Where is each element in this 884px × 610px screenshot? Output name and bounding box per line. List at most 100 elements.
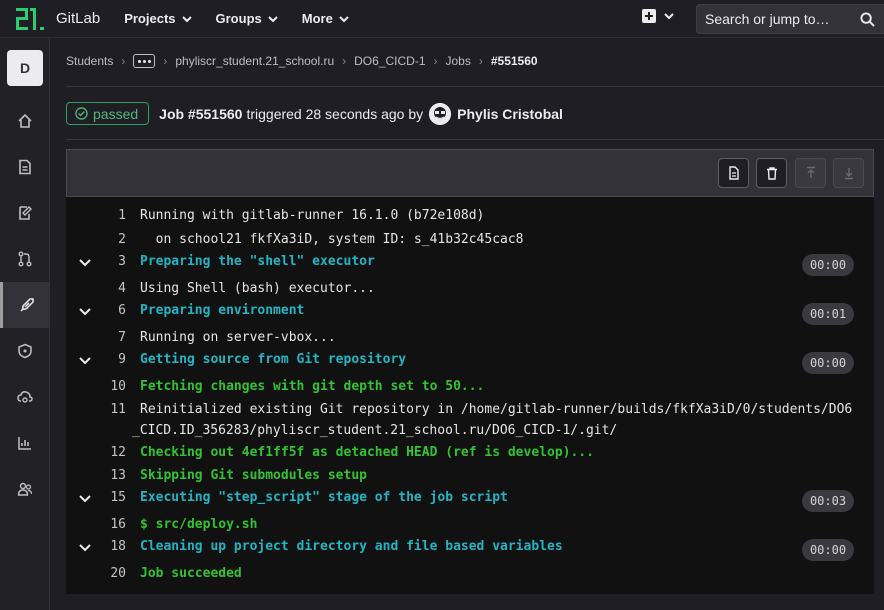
log-line: 10 Fetching changes with git depth set t…: [66, 379, 874, 401]
line-number[interactable]: 10: [66, 379, 126, 394]
log-line: 16 $ src/deploy.sh: [66, 517, 874, 539]
sidebar-item-issues[interactable]: [0, 144, 50, 190]
sidebar-item-repository[interactable]: [0, 190, 50, 236]
section-duration: 00:00: [802, 539, 854, 561]
nav-more-label: More: [301, 11, 333, 26]
log-section-title: Preparing the "shell" executor: [140, 254, 375, 269]
breadcrumb-separator: ›: [478, 54, 483, 68]
sidebar-item-analytics[interactable]: [0, 420, 50, 466]
issues-icon: [19, 159, 31, 175]
breadcrumb: Students › › phyliscr_student.21_school.…: [66, 54, 538, 68]
log-text: Using Shell (bash) executor...: [140, 281, 375, 296]
sidebar-item-security[interactable]: [0, 328, 50, 374]
sidebar-item-project-overview[interactable]: [0, 98, 50, 144]
breadcrumb-separator: ›: [433, 54, 438, 68]
nav-projects[interactable]: Projects: [124, 11, 192, 26]
line-number[interactable]: 6: [66, 303, 126, 318]
line-number[interactable]: 7: [66, 330, 126, 345]
breadcrumb-project-owner[interactable]: phyliscr_student.21_school.ru: [175, 54, 334, 68]
file-icon: [728, 166, 739, 180]
user-avatar-icon: [429, 102, 452, 125]
merge-request-icon: [18, 251, 32, 267]
sidebar-item-members[interactable]: [0, 466, 50, 512]
status-badge[interactable]: passed: [66, 102, 150, 125]
section-duration: 00:00: [802, 254, 854, 276]
shield-icon: [18, 343, 32, 359]
nav-more[interactable]: More: [302, 11, 349, 26]
scroll-to-bottom-button[interactable]: [833, 158, 864, 188]
log-text: Running with gitlab-runner 16.1.0 (b72e1…: [140, 208, 485, 223]
analytics-icon: [18, 437, 31, 450]
avatar[interactable]: [429, 102, 452, 125]
show-raw-button[interactable]: [718, 158, 749, 188]
log-section-title: Preparing environment: [140, 303, 305, 318]
section-duration: 00:03: [802, 490, 854, 512]
line-number[interactable]: 15: [66, 490, 126, 505]
log-section-header[interactable]: 18 Cleaning up project directory and fil…: [66, 539, 874, 561]
breadcrumb-students[interactable]: Students: [66, 54, 113, 68]
log-line: 12 Checking out 4ef1ff5f as detached HEA…: [66, 445, 874, 467]
log-section-title: Getting source from Git repository: [140, 352, 407, 367]
line-number[interactable]: 11: [66, 402, 126, 417]
log-section-title: Executing "step_script" stage of the job…: [140, 490, 508, 505]
log-line: 11 Reinitialized existing Git repository…: [66, 402, 874, 424]
line-number[interactable]: 1: [66, 208, 126, 223]
log-line: 1 Running with gitlab-runner 16.1.0 (b72…: [66, 208, 874, 230]
nav-groups[interactable]: Groups: [216, 11, 278, 26]
chevron-down-icon: [339, 15, 349, 22]
job-header: passed Job #551560 triggered 28 seconds …: [66, 102, 563, 125]
job-title: Job #551560: [159, 105, 243, 122]
line-number[interactable]: 20: [66, 566, 126, 581]
project-avatar[interactable]: D: [7, 50, 43, 86]
scroll-down-icon: [844, 168, 853, 180]
new-item-button[interactable]: [642, 9, 674, 23]
breadcrumb-jobs[interactable]: Jobs: [446, 54, 471, 68]
sidebar-item-ci-cd[interactable]: [0, 282, 50, 328]
nav-groups-label: Groups: [215, 11, 262, 26]
log-text: on school21 fkfXa3iD, system ID: s_41b32…: [140, 232, 524, 247]
log-line: 4 Using Shell (bash) executor...: [66, 281, 874, 303]
trash-icon: [766, 167, 777, 180]
line-number[interactable]: 18: [66, 539, 126, 554]
log-line-wrap: _CICD.ID_356283/phyliscr_student.21_scho…: [66, 423, 874, 445]
job-log: 1 Running with gitlab-runner 16.1.0 (b72…: [66, 197, 874, 594]
rocket-icon: [19, 298, 34, 312]
search-icon: [860, 12, 875, 27]
log-text: _CICD.ID_356283/phyliscr_student.21_scho…: [132, 423, 618, 438]
log-section-header[interactable]: 9 Getting source from Git repository 00:…: [66, 352, 874, 374]
line-number[interactable]: 3: [66, 254, 126, 269]
section-duration: 00:01: [802, 303, 854, 325]
school21-logo-icon: [16, 7, 44, 30]
status-label: passed: [93, 105, 139, 122]
line-number[interactable]: 9: [66, 352, 126, 367]
breadcrumb-ellipsis-button[interactable]: [133, 54, 156, 68]
line-number[interactable]: 12: [66, 445, 126, 460]
breadcrumb-separator: ›: [121, 54, 126, 68]
check-circle-icon: [75, 107, 88, 120]
breadcrumb-project[interactable]: DO6_CICD-1: [354, 54, 425, 68]
scroll-to-top-button[interactable]: [795, 158, 826, 188]
log-section-header[interactable]: 6 Preparing environment 00:01: [66, 303, 874, 325]
gitlab-logo[interactable]: GitLab: [16, 7, 100, 30]
job-subtitle: triggered 28 seconds ago by: [246, 105, 424, 122]
author-name[interactable]: Phylis Cristobal: [457, 106, 563, 122]
line-number[interactable]: 16: [66, 517, 126, 532]
sidebar-item-deployments[interactable]: [0, 374, 50, 420]
log-text: Reinitialized existing Git repository in…: [140, 402, 853, 417]
chevron-down-icon: [664, 13, 674, 20]
log-section-title: Cleaning up project directory and file b…: [140, 539, 563, 554]
log-toolbar: [66, 149, 874, 197]
nav-projects-label: Projects: [124, 11, 176, 26]
edit-icon: [19, 206, 32, 220]
line-number[interactable]: 13: [66, 468, 126, 483]
log-section-header[interactable]: 15 Executing "step_script" stage of the …: [66, 490, 874, 512]
log-section-header[interactable]: 3 Preparing the "shell" executor 00:00: [66, 254, 874, 276]
sidebar-item-merge-requests[interactable]: [0, 236, 50, 282]
line-number[interactable]: 2: [66, 232, 126, 247]
line-number[interactable]: 4: [66, 281, 126, 296]
erase-log-button[interactable]: [756, 158, 787, 188]
search-input[interactable]: Search or jump to…: [696, 4, 884, 34]
scroll-up-icon: [806, 166, 815, 178]
breadcrumb-current-job: #551560: [490, 54, 538, 68]
log-line: 20 Job succeeded: [66, 566, 874, 588]
